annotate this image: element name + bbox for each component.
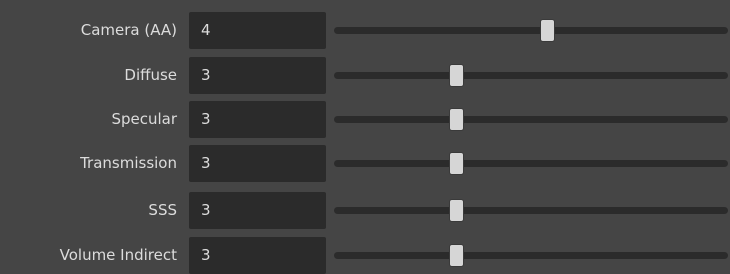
row-transmission: Transmission 3 — [0, 145, 730, 182]
sss-slider-thumb[interactable] — [450, 200, 464, 221]
row-volume-indirect: Volume Indirect 3 — [0, 237, 730, 274]
sss-label: SSS — [148, 201, 177, 219]
row-diffuse: Diffuse 3 — [0, 57, 730, 94]
specular-slider[interactable] — [334, 101, 728, 138]
ray-depth-settings-panel: Camera (AA) 4 Diffuse 3 Specular 3 Trans… — [0, 0, 730, 274]
camera-aa-slider-thumb[interactable] — [540, 20, 554, 41]
specular-label: Specular — [111, 110, 177, 128]
sss-slider-track[interactable] — [334, 207, 728, 214]
volume-indirect-slider[interactable] — [334, 237, 728, 274]
volume-indirect-slider-track[interactable] — [334, 252, 728, 259]
specular-input[interactable]: 3 — [189, 101, 326, 138]
volume-indirect-label: Volume Indirect — [59, 246, 177, 264]
camera-aa-label: Camera (AA) — [80, 21, 177, 39]
specular-slider-thumb[interactable] — [450, 109, 464, 130]
diffuse-label: Diffuse — [124, 66, 177, 84]
volume-indirect-slider-thumb[interactable] — [450, 245, 464, 266]
transmission-slider-thumb[interactable] — [450, 153, 464, 174]
transmission-slider-track[interactable] — [334, 160, 728, 167]
transmission-label: Transmission — [80, 154, 177, 172]
diffuse-input[interactable]: 3 — [189, 57, 326, 94]
diffuse-slider-thumb[interactable] — [450, 65, 464, 86]
camera-aa-slider-track[interactable] — [334, 27, 728, 34]
sss-input[interactable]: 3 — [189, 192, 326, 229]
row-specular: Specular 3 — [0, 101, 730, 138]
camera-aa-slider[interactable] — [334, 12, 728, 49]
sss-slider[interactable] — [334, 192, 728, 229]
diffuse-slider-track[interactable] — [334, 72, 728, 79]
transmission-slider[interactable] — [334, 145, 728, 182]
specular-slider-track[interactable] — [334, 116, 728, 123]
camera-aa-input[interactable]: 4 — [189, 12, 326, 49]
row-sss: SSS 3 — [0, 192, 730, 229]
transmission-input[interactable]: 3 — [189, 145, 326, 182]
diffuse-slider[interactable] — [334, 57, 728, 94]
row-camera-aa: Camera (AA) 4 — [0, 12, 730, 49]
volume-indirect-input[interactable]: 3 — [189, 237, 326, 274]
